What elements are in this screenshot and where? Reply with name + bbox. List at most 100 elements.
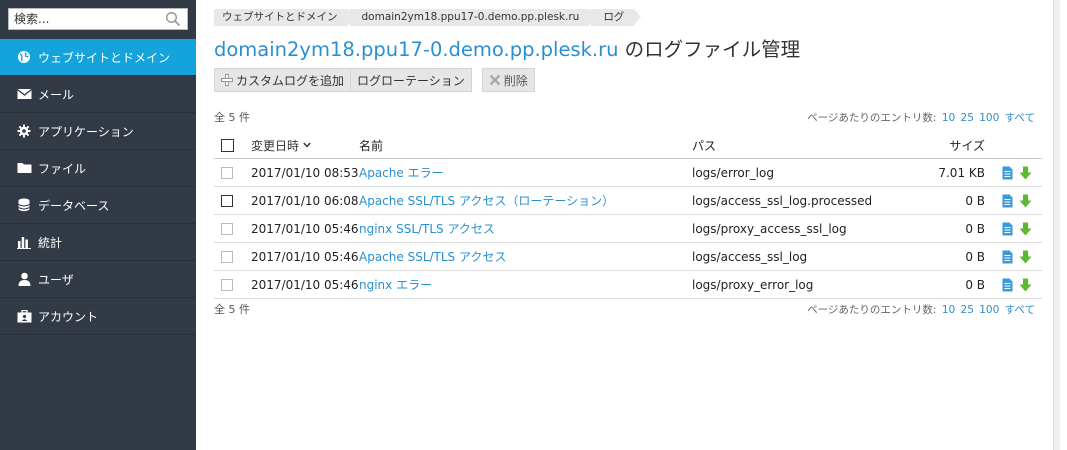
log-rotation-label: ログローテーション <box>357 73 465 88</box>
column-header-modified-label: 変更日時 <box>251 138 300 153</box>
add-custom-log-label: カスタムログを追加 <box>236 73 345 88</box>
download-icon[interactable] <box>1019 250 1032 264</box>
column-header-size: サイズ <box>949 138 985 153</box>
search-icon[interactable] <box>165 11 181 27</box>
plus-icon <box>221 74 233 86</box>
select-all-checkbox[interactable] <box>221 138 234 152</box>
row-path: logs/access_ssl_log <box>692 249 808 264</box>
user-icon <box>16 271 32 287</box>
sidebar-item-label: ユーザ <box>38 272 74 287</box>
row-name-link[interactable]: nginx エラー <box>359 276 432 293</box>
sidebar-item-label: アカウント <box>38 309 99 324</box>
row-check-cell <box>221 215 233 242</box>
bar-chart-icon <box>16 234 32 250</box>
sidebar-item-label: データベース <box>38 198 110 213</box>
row-size: 0 B <box>965 277 985 292</box>
sidebar-item-databases[interactable]: データベース <box>0 187 196 224</box>
row-check-cell <box>221 271 233 298</box>
view-log-icon[interactable] <box>1002 194 1013 208</box>
column-header-modified[interactable]: 変更日時 <box>251 132 311 158</box>
search-box <box>8 8 188 30</box>
row-date: 2017/01/10 05:46 <box>251 221 359 236</box>
perpage-option-all[interactable]: すべて <box>1005 304 1035 316</box>
view-log-icon[interactable] <box>1002 250 1013 264</box>
perpage-option-25[interactable]: 25 <box>961 304 974 316</box>
sidebar-item-users[interactable]: ユーザ <box>0 261 196 298</box>
page-title-domain-link[interactable]: domain2ym18.ppu17-0.demo.pp.plesk.ru <box>214 38 618 61</box>
perpage-option-25[interactable]: 25 <box>961 112 974 124</box>
entries-per-page-top: ページあたりのエントリ数: 10 25 100 すべて <box>807 110 1035 125</box>
column-header-path: パス <box>692 138 717 153</box>
sidebar-item-label: ファイル <box>38 161 87 176</box>
delete-label: 削除 <box>503 73 528 88</box>
page-title-suffix: のログファイル管理 <box>618 38 801 61</box>
table-body: 2017/01/10 08:53 Apache エラー logs/error_l… <box>214 159 1042 299</box>
log-files-table: 変更日時 名前 パス サイズ 2017/01/10 08:53 Apache エ… <box>214 132 1042 299</box>
main-content: ウェブサイトとドメイン domain2ym18.ppu17-0.demo.pp.… <box>196 0 1060 450</box>
table-row: 2017/01/10 05:46 nginx エラー logs/proxy_er… <box>214 271 1042 299</box>
row-path: logs/error_log <box>692 165 774 180</box>
folder-icon <box>16 160 32 176</box>
row-actions <box>1002 215 1032 242</box>
sidebar-item-websites-domains[interactable]: ウェブサイトとドメイン <box>0 39 196 76</box>
row-name-link[interactable]: Apache エラー <box>359 164 444 181</box>
row-size: 0 B <box>965 249 985 264</box>
row-path: logs/proxy_access_ssl_log <box>692 221 847 236</box>
table-row: 2017/01/10 05:46 nginx SSL/TLS アクセス logs… <box>214 215 1042 243</box>
perpage-option-100[interactable]: 100 <box>979 304 999 316</box>
column-header-name: 名前 <box>359 138 384 153</box>
search-input[interactable] <box>9 9 159 29</box>
globe-icon <box>16 49 32 65</box>
sidebar-item-statistics[interactable]: 統計 <box>0 224 196 261</box>
row-name-link[interactable]: Apache SSL/TLS アクセス <box>359 248 506 265</box>
sidebar-item-mail[interactable]: メール <box>0 76 196 113</box>
row-checkbox[interactable] <box>221 278 233 291</box>
entries-per-page-bottom: ページあたりのエントリ数: 10 25 100 すべて <box>807 302 1035 317</box>
row-actions <box>1002 271 1032 298</box>
perpage-option-100[interactable]: 100 <box>979 112 999 124</box>
row-name-link[interactable]: Apache SSL/TLS アクセス（ローテーション） <box>359 192 614 209</box>
perpage-option-10[interactable]: 10 <box>942 112 955 124</box>
vertical-scrollbar[interactable] <box>1053 0 1060 450</box>
perpage-option-10[interactable]: 10 <box>942 304 955 316</box>
sidebar-item-account[interactable]: アカウント <box>0 298 196 335</box>
row-checkbox[interactable] <box>221 222 233 235</box>
download-icon[interactable] <box>1019 222 1032 236</box>
sidebar-item-files[interactable]: ファイル <box>0 150 196 187</box>
toolbar: カスタムログを追加 ログローテーション 削除 <box>214 68 535 92</box>
sidebar-item-label: 統計 <box>38 235 63 250</box>
row-date: 2017/01/10 06:08 <box>251 193 359 208</box>
row-checkbox[interactable] <box>221 166 233 179</box>
breadcrumb-item-websites[interactable]: ウェブサイトとドメイン <box>214 9 354 26</box>
table-row: 2017/01/10 05:46 Apache SSL/TLS アクセス log… <box>214 243 1042 271</box>
row-path: logs/access_ssl_log.processed <box>692 193 873 208</box>
delete-button[interactable]: 削除 <box>481 68 535 92</box>
row-date: 2017/01/10 05:46 <box>251 249 359 264</box>
row-checkbox[interactable] <box>221 194 233 207</box>
row-actions <box>1002 159 1032 186</box>
select-all-cell <box>221 132 234 158</box>
row-size: 0 B <box>965 221 985 236</box>
sidebar-item-applications[interactable]: アプリケーション <box>0 113 196 150</box>
breadcrumb: ウェブサイトとドメイン domain2ym18.ppu17-0.demo.pp.… <box>214 9 642 26</box>
row-date: 2017/01/10 08:53 <box>251 165 359 180</box>
row-path: logs/proxy_error_log <box>692 277 814 292</box>
perpage-option-all[interactable]: すべて <box>1005 112 1035 124</box>
add-custom-log-button[interactable]: カスタムログを追加 <box>214 68 352 92</box>
entries-per-page-label: ページあたりのエントリ数: <box>807 304 937 316</box>
download-icon[interactable] <box>1019 194 1032 208</box>
breadcrumb-item-domain[interactable]: domain2ym18.ppu17-0.demo.pp.plesk.ru <box>349 9 597 26</box>
sidebar-item-label: メール <box>38 87 75 102</box>
table-row: 2017/01/10 08:53 Apache エラー logs/error_l… <box>214 159 1042 187</box>
row-name-link[interactable]: nginx SSL/TLS アクセス <box>359 220 495 237</box>
download-icon[interactable] <box>1019 166 1032 180</box>
log-rotation-button[interactable]: ログローテーション <box>351 68 472 92</box>
view-log-icon[interactable] <box>1002 166 1013 180</box>
row-actions <box>1002 243 1032 270</box>
breadcrumb-item-logs[interactable]: ログ <box>591 9 642 26</box>
row-actions <box>1002 187 1032 214</box>
view-log-icon[interactable] <box>1002 222 1013 236</box>
view-log-icon[interactable] <box>1002 278 1013 292</box>
row-checkbox[interactable] <box>221 250 233 263</box>
download-icon[interactable] <box>1019 278 1032 292</box>
